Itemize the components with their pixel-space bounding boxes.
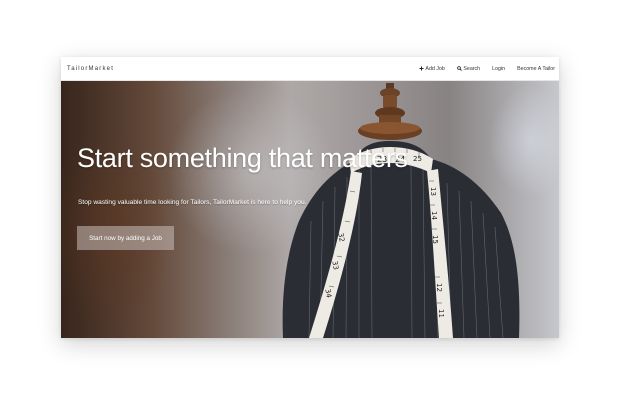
- nav-login[interactable]: Login: [492, 66, 505, 72]
- plus-icon: [419, 66, 424, 71]
- hero-section: 23 24 25 13 14 15 32 33 34 12 11 Start s…: [61, 81, 559, 338]
- hero-title: Start something that matters: [77, 143, 408, 173]
- hero-subtitle: Stop wasting valuable time looking for T…: [78, 199, 307, 206]
- tape-number: 11: [437, 309, 445, 318]
- nav-add-job-label: Add Job: [425, 65, 445, 72]
- brand-logo[interactable]: TailorMarket: [67, 66, 114, 72]
- tape-number: 15: [431, 235, 439, 244]
- tape-number: 14: [430, 211, 438, 220]
- tape-number: 12: [435, 283, 443, 292]
- tape-number: 25: [413, 155, 422, 163]
- nav-links: Add Job Search Login Become A Tailor: [407, 66, 555, 72]
- browser-page: TailorMarket Add Job Search Login Become…: [61, 57, 559, 338]
- mannequin-image: 23 24 25 13 14 15 32 33 34 12 11: [282, 83, 520, 338]
- navbar: TailorMarket Add Job Search Login Become…: [61, 57, 559, 81]
- nav-become-tailor[interactable]: Become A Tailor: [517, 66, 555, 72]
- tape-number: 13: [429, 187, 437, 196]
- nav-add-job[interactable]: Add Job: [419, 66, 445, 72]
- tape-number: 33: [330, 260, 339, 270]
- wooden-stand: [358, 83, 422, 140]
- tape-number: 32: [336, 232, 345, 242]
- nav-search[interactable]: Search: [457, 66, 480, 72]
- start-now-button[interactable]: Start now by adding a Job: [77, 226, 174, 250]
- search-icon: [457, 66, 462, 71]
- nav-search-label: Search: [463, 65, 481, 72]
